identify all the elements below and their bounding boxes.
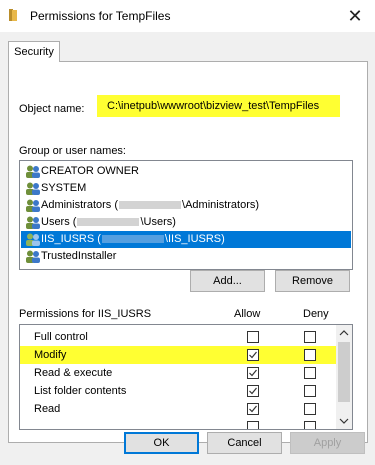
check-icon [249,405,257,413]
allow-checkbox[interactable] [247,367,259,379]
permission-name: Read [34,403,61,415]
list-item-trustedinstaller[interactable]: TrustedInstaller [21,248,351,265]
security-tab-page: Object name: C:\inetpub\wwwroot\bizview_… [8,61,368,443]
redacted-domain [77,218,140,227]
tab-security[interactable]: Security [8,41,60,62]
close-icon: ✕ [347,6,363,26]
deny-checkbox[interactable] [304,367,316,379]
permissions-label: Permissions for IIS_IUSRS [19,308,152,320]
users-icon [26,182,40,195]
users-icon [26,199,40,212]
allow-checkbox[interactable] [247,331,259,343]
permission-name: Modify [34,349,67,361]
dialog-body: Security Object name: C:\inetpub\wwwroot… [0,32,375,465]
scroll-down-button[interactable] [336,413,352,429]
remove-button[interactable]: Remove [275,270,350,292]
list-item-creator-owner[interactable]: CREATOR OWNER [21,163,351,180]
object-name-value: C:\inetpub\wwwroot\bizview_test\TempFile… [97,95,340,117]
scroll-thumb[interactable] [338,342,350,402]
redacted-domain [119,201,182,210]
folder-icon [9,9,17,21]
redacted-domain [101,235,164,244]
permissions-scrollbar[interactable] [336,325,352,429]
allow-checkbox[interactable] [247,385,259,397]
users-icon [26,216,40,229]
users-icon [26,165,40,178]
permissions-list: Full control Modify Read & execute List … [19,324,353,430]
allow-checkbox[interactable] [247,349,259,361]
chevron-up-icon [339,330,349,336]
permission-row-read: Read [20,400,336,418]
add-button[interactable]: Add... [190,270,265,292]
group-name-iis-iusrs: IIS_IUSRS (\IIS_IUSRS) [41,233,225,245]
permission-name: Read & execute [34,367,113,379]
deny-checkbox[interactable] [304,349,316,361]
apply-button[interactable]: Apply [290,432,365,454]
users-icon [26,233,40,246]
check-icon [249,369,257,377]
list-item-administrators[interactable]: Administrators (\Administrators) [21,197,351,214]
list-item-iis-iusrs[interactable]: IIS_IUSRS (\IIS_IUSRS) [21,231,351,248]
permission-row-read-execute: Read & execute [20,364,336,382]
deny-checkbox[interactable] [304,331,316,343]
group-name: SYSTEM [41,182,87,194]
list-item-users[interactable]: Users (\Users) [21,214,351,231]
permission-name: Full control [34,331,88,343]
permission-row-list-folder-contents: List folder contents [20,382,336,400]
group-name: CREATOR OWNER [41,165,139,177]
title-bar: Permissions for TempFiles ✕ [0,0,375,32]
allow-checkbox[interactable] [247,403,259,415]
group-name-administrators: Administrators (\Administrators) [41,199,260,211]
deny-column-header: Deny [303,308,329,320]
check-icon [249,351,257,359]
permission-row-full-control: Full control [20,328,336,346]
permission-name: List folder contents [34,385,127,397]
ok-button[interactable]: OK [124,432,199,454]
object-name-label: Object name: [19,103,85,115]
deny-checkbox[interactable] [304,403,316,415]
deny-checkbox[interactable] [304,385,316,397]
users-icon [26,250,40,263]
chevron-down-icon [339,418,349,424]
deny-checkbox[interactable] [304,421,316,429]
allow-column-header: Allow [234,308,261,320]
close-button[interactable]: ✕ [335,0,375,32]
permission-row-modify: Modify [20,346,336,364]
check-icon [249,387,257,395]
window-title: Permissions for TempFiles [30,9,171,23]
group-name-users: Users (\Users) [41,216,176,228]
group-list[interactable]: CREATOR OWNER SYSTEM Administrators (\Ad… [19,160,353,270]
permission-row-partial [20,418,336,429]
group-name: TrustedInstaller [41,250,117,262]
scroll-up-button[interactable] [336,325,352,341]
cancel-button[interactable]: Cancel [207,432,282,454]
list-item-system[interactable]: SYSTEM [21,180,351,197]
allow-checkbox[interactable] [247,421,259,429]
group-names-label: Group or user names: [19,145,126,157]
